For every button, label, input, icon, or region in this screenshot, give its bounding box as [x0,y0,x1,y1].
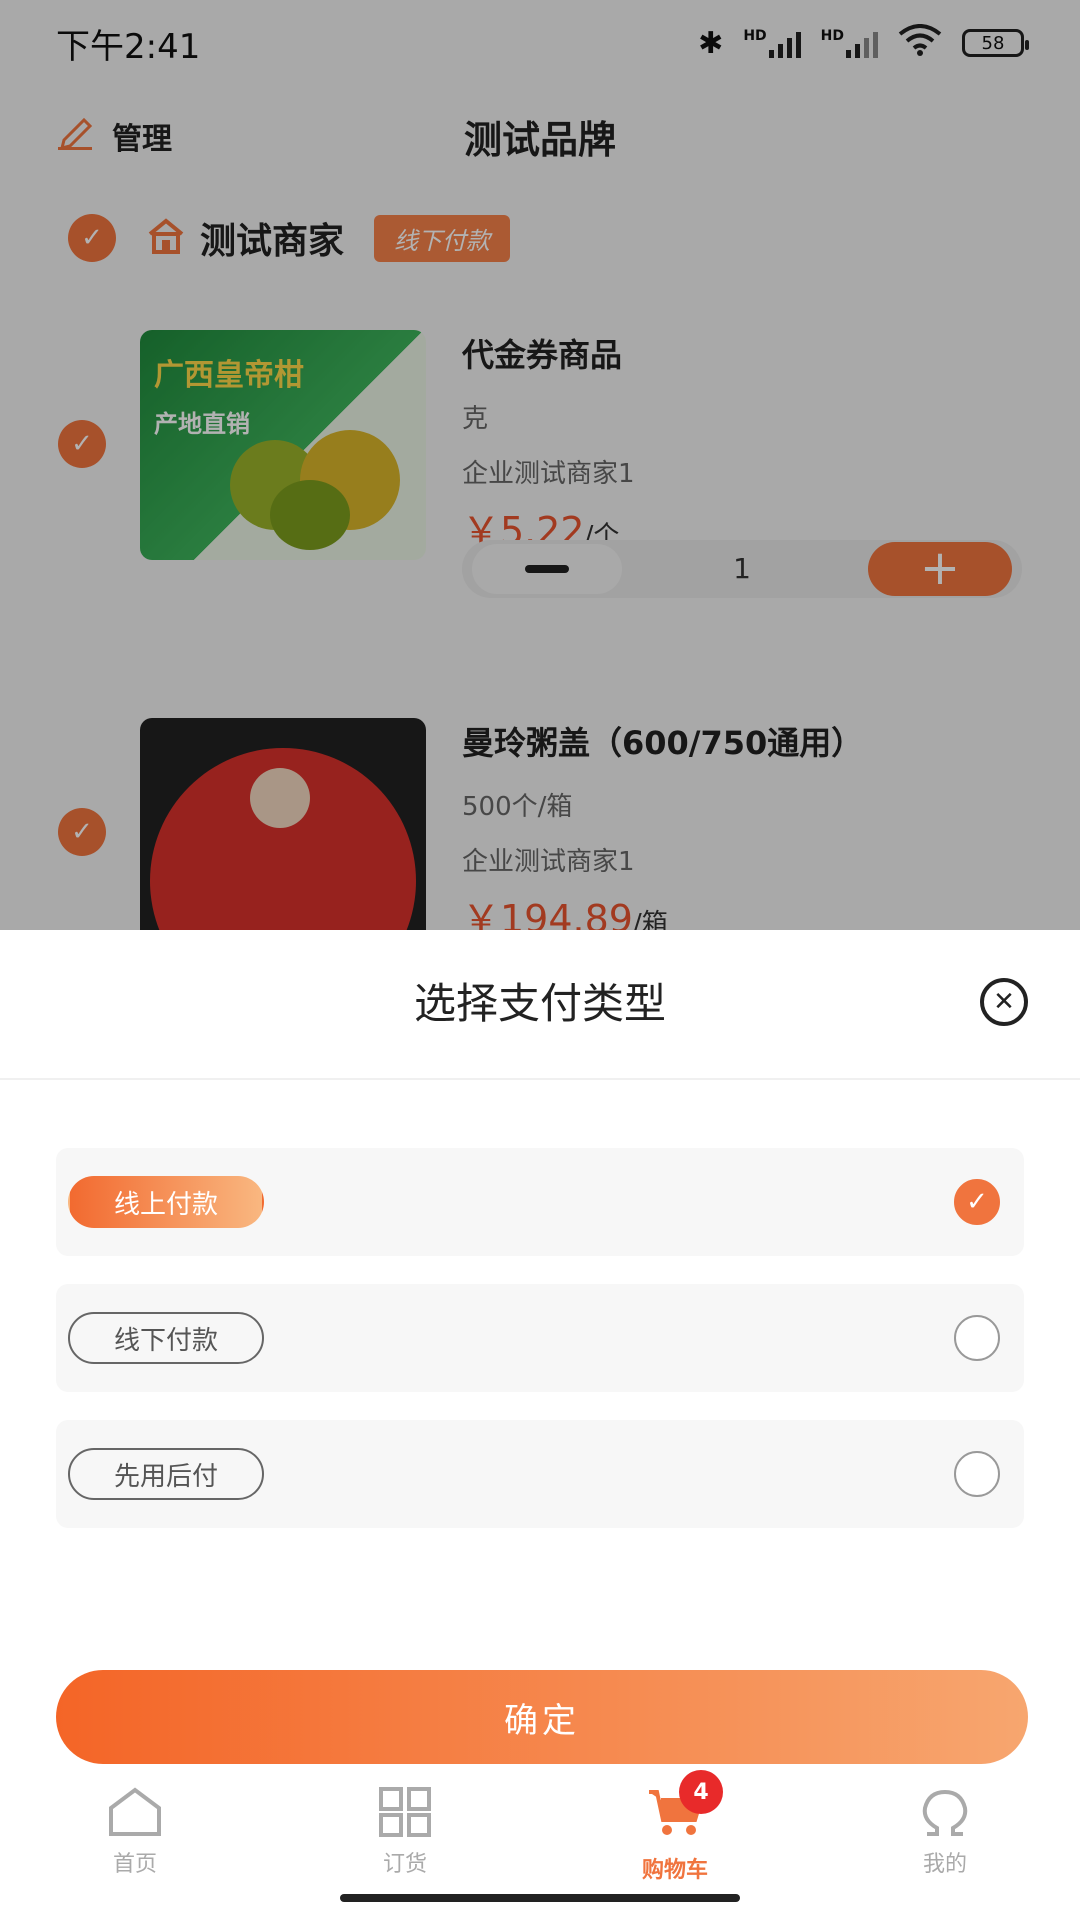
close-button[interactable]: ✕ [980,978,1028,1026]
home-indicator[interactable] [340,1894,740,1902]
option-radio[interactable] [954,1451,1000,1497]
cart-icon-wrap: 4 [647,1770,723,1852]
tab-cart[interactable]: 4 购物车 [540,1770,810,1892]
payment-option-online[interactable]: 线上付款 ✓ [56,1148,1024,1256]
option-radio-checked[interactable]: ✓ [954,1179,1000,1225]
option-radio[interactable] [954,1315,1000,1361]
tab-bar: 首页 订货 4 购物车 我的 [0,1770,1080,1892]
payment-option-offline[interactable]: 线下付款 [56,1284,1024,1392]
option-label: 先用后付 [68,1448,264,1500]
divider [0,1078,1080,1080]
sheet-title: 选择支付类型 [413,979,666,1028]
cart-badge: 4 [679,1770,723,1814]
home-icon [109,1787,161,1836]
tab-label: 订货 [382,1852,427,1877]
payment-option-pay-later[interactable]: 先用后付 [56,1420,1024,1528]
tab-mine[interactable]: 我的 [810,1772,1080,1892]
close-icon: ✕ [993,987,1015,1017]
tab-home[interactable]: 首页 [0,1772,270,1892]
confirm-button[interactable]: 确定 [56,1670,1028,1764]
option-label: 线上付款 [68,1176,264,1228]
modal-backdrop[interactable] [0,0,1080,930]
tab-label: 购物车 [641,1858,708,1883]
check-icon: ✓ [966,1187,988,1217]
tab-label: 我的 [922,1852,967,1877]
tab-label: 首页 [112,1852,157,1877]
tab-order[interactable]: 订货 [270,1772,540,1892]
grid-icon [379,1787,431,1837]
omega-icon [922,1789,968,1836]
option-label: 线下付款 [68,1312,264,1364]
